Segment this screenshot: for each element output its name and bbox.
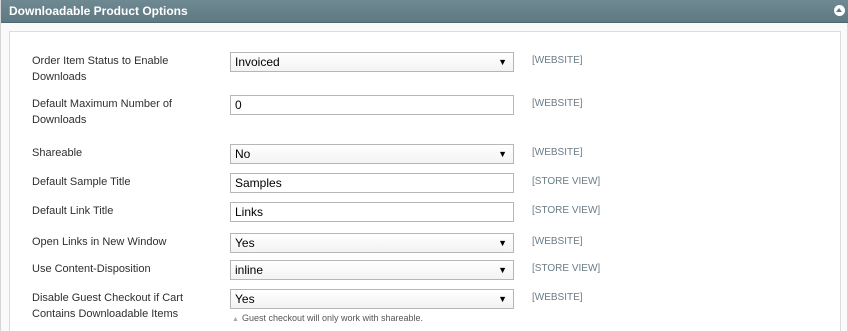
scope-label: [WEBSITE] [532,55,583,66]
scope-label: [STORE VIEW] [532,263,601,274]
chevron-down-icon: ▼ [498,57,507,67]
scope-label: [STORE VIEW] [532,205,601,216]
chevron-down-icon: ▼ [498,238,507,248]
sample-title-input[interactable]: Samples [230,173,514,193]
chevron-down-icon: ▼ [498,149,507,159]
scope-label: [WEBSITE] [532,147,583,158]
open-links-value: Yes [235,236,255,250]
guest-checkout-note: ▲ Guest checkout will only work with shar… [232,313,423,323]
shareable-label: Shareable [32,147,83,159]
content-disposition-value: inline [235,263,264,277]
order-item-status-label: Order Item Status to Enable Downloads [32,55,169,83]
options-form: Order Item Status to Enable Downloads In… [9,31,841,331]
guest-checkout-note-text: Guest checkout will only work with share… [241,313,424,323]
order-item-status-value: Invoiced [235,55,280,69]
open-links-select[interactable]: Yes ▼ [230,233,514,253]
disable-guest-checkout-label: Disable Guest Checkout if Cart Contains … [32,292,184,320]
link-title-label: Default Link Title [32,205,114,217]
link-title-input[interactable]: Links [230,202,514,222]
panel-title: Downloadable Product Options [9,4,188,18]
scope-label: [STORE VIEW] [532,176,601,187]
max-downloads-input[interactable]: 0 [230,95,514,115]
scope-label: [WEBSITE] [532,292,583,303]
shareable-select[interactable]: No ▼ [230,144,514,164]
downloadable-options-panel: Downloadable Product Options Order Item … [0,0,848,331]
panel-header[interactable]: Downloadable Product Options [1,0,848,23]
disable-guest-checkout-select[interactable]: Yes ▼ [230,289,514,309]
chevron-down-icon: ▼ [498,294,507,304]
note-arrow-icon: ▲ [232,316,239,323]
content-disposition-label: Use Content-Disposition [32,263,151,275]
order-item-status-select[interactable]: Invoiced ▼ [230,52,514,72]
chevron-down-icon: ▼ [498,265,507,275]
content-disposition-select[interactable]: inline ▼ [230,260,514,280]
scope-label: [WEBSITE] [532,236,583,247]
disable-guest-checkout-value: Yes [235,292,255,306]
max-downloads-label: Default Maximum Number of Downloads [32,98,172,126]
shareable-value: No [235,147,251,161]
scope-label: [WEBSITE] [532,98,583,109]
collapse-icon[interactable] [834,5,845,16]
open-links-label: Open Links in New Window [32,236,167,248]
sample-title-label: Default Sample Title [32,176,131,188]
